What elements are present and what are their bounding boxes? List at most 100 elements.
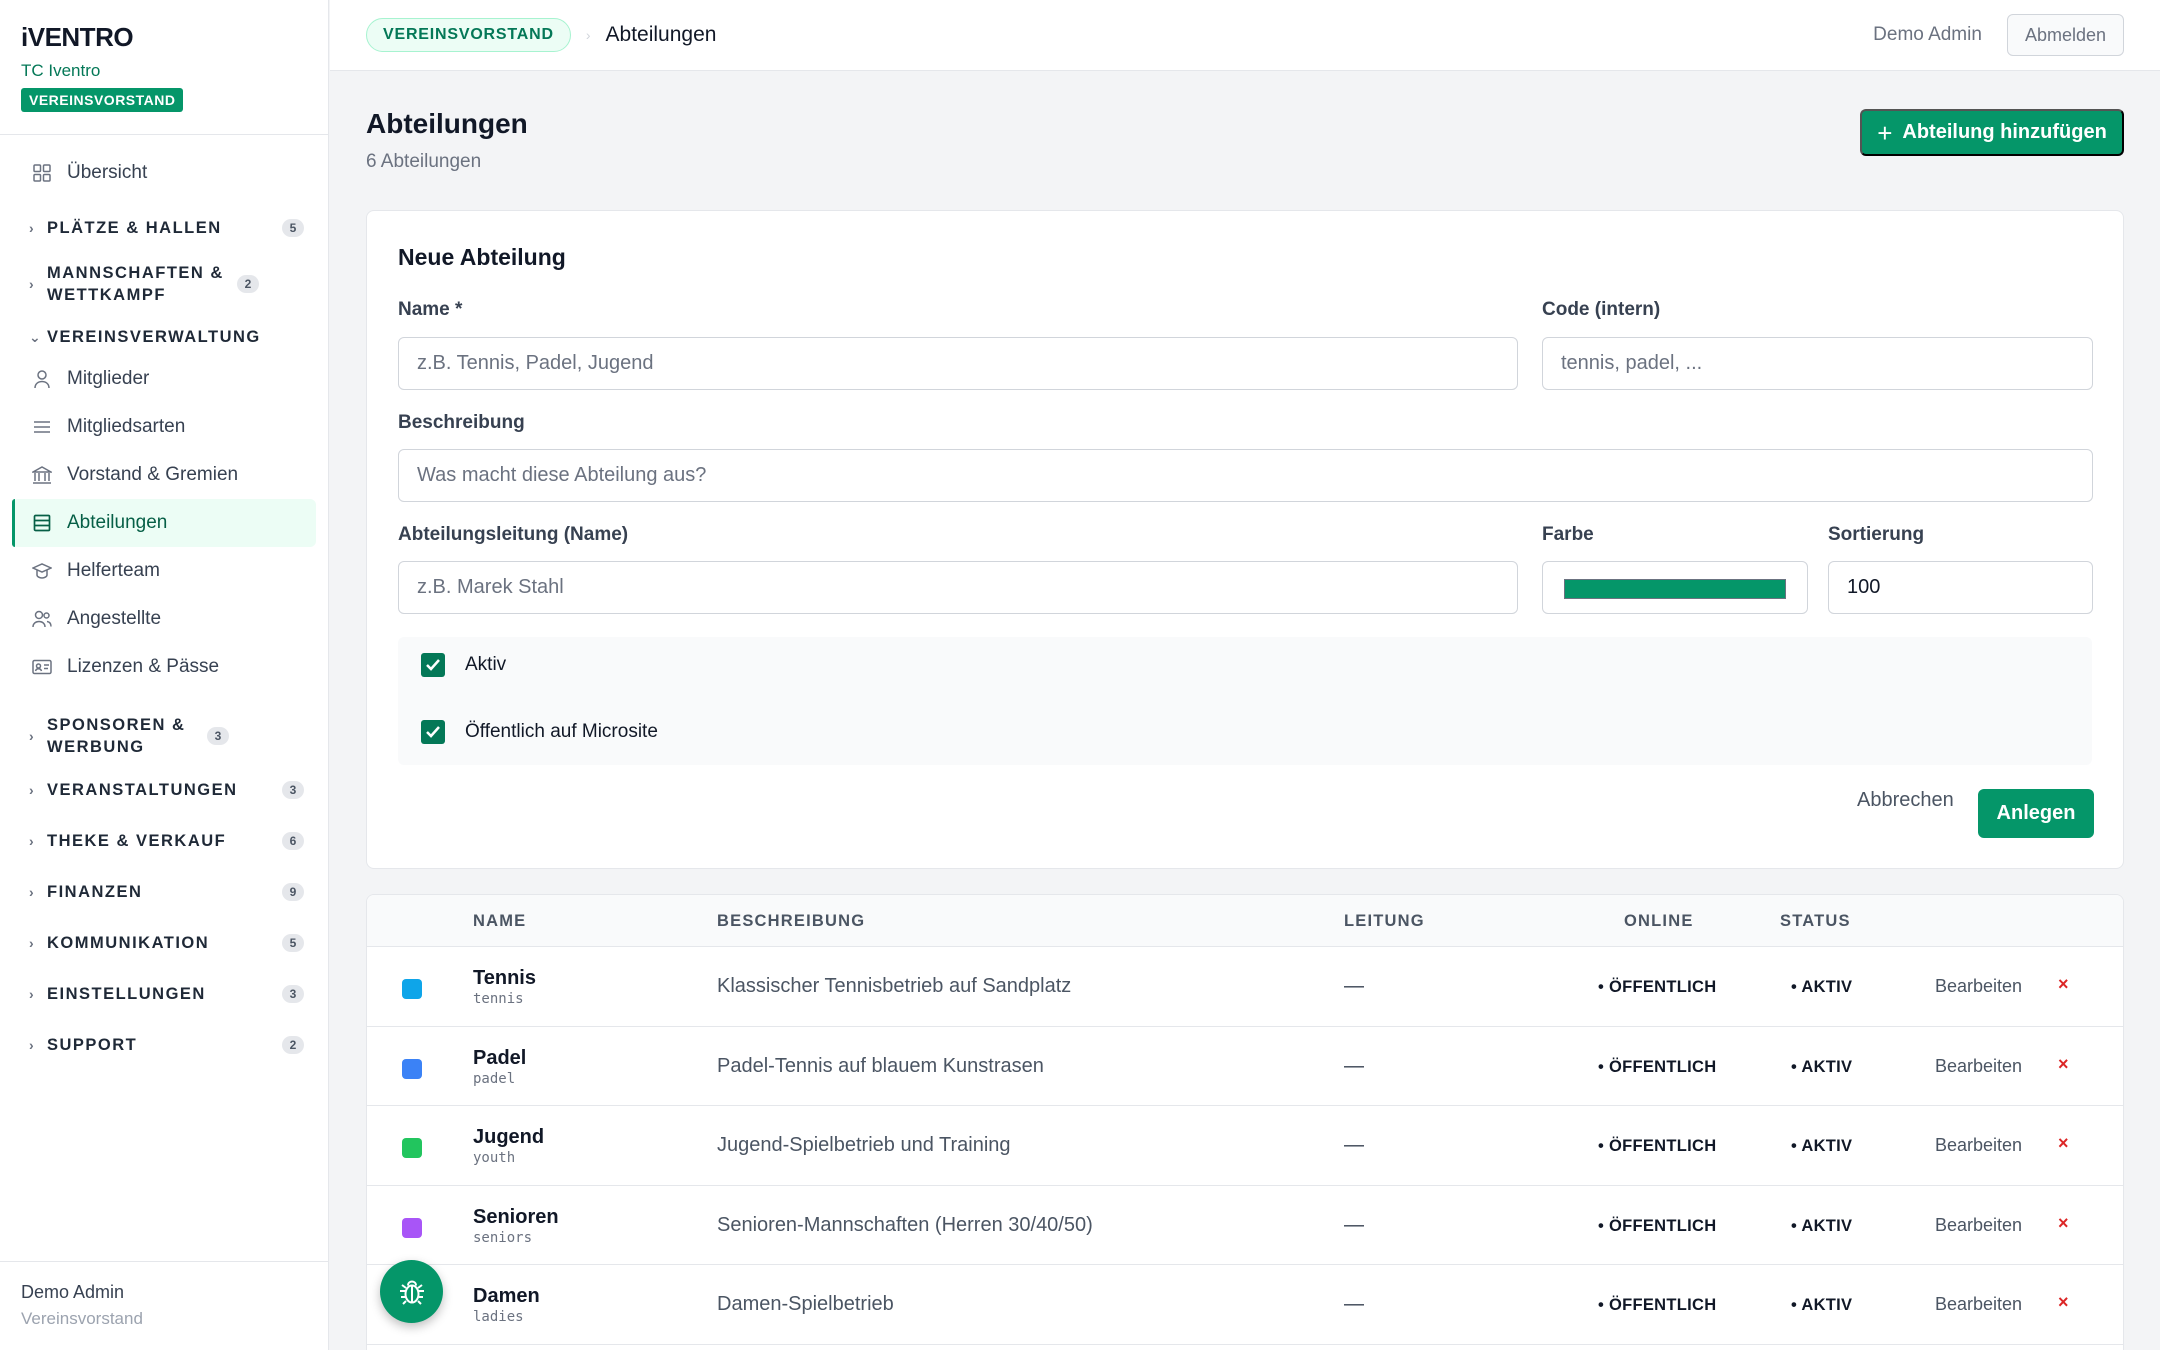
table-row[interactable]: Senioren seniors Senioren-Mannschaften (He…	[367, 1186, 2123, 1265]
logout-button[interactable]: Abmelden	[2006, 14, 2124, 56]
table-row[interactable]: Jugend youth Jugend-Spielbetrieb und Train…	[367, 1106, 2123, 1186]
lead-label: Abteilungsleitung (Name)	[398, 524, 629, 545]
edit-button[interactable]: Bearbeiten	[1935, 1135, 2022, 1156]
lead-input[interactable]	[398, 561, 1518, 614]
cancel-button[interactable]: Abbrechen	[1857, 776, 1954, 825]
department-code: youth	[473, 1150, 516, 1166]
sort-input[interactable]	[1828, 561, 2093, 614]
edit-button[interactable]: Bearbeiten	[1935, 1056, 2022, 1077]
public-checkbox[interactable]	[421, 720, 445, 744]
table-row[interactable]: Padel padel Padel-Tennis auf blauem Kunstr…	[367, 1027, 2123, 1106]
column-header-description[interactable]: BESCHREIBUNG	[717, 895, 865, 947]
user-icon	[31, 368, 53, 390]
topbar-user-name: Demo Admin	[1873, 24, 1982, 45]
nav-group-count: 2	[282, 1036, 304, 1054]
departments-table: NAME BESCHREIBUNG LEITUNG ONLINE STATUS …	[366, 894, 2124, 1350]
nav-group-kommunikation[interactable]: › KOMMUNIKATION 5	[12, 928, 316, 958]
breadcrumb-role-badge[interactable]: VEREINSVORSTAND	[366, 18, 571, 52]
column-header-name[interactable]: NAME	[473, 895, 526, 947]
active-option[interactable]: Aktiv	[421, 653, 506, 677]
public-label: Öffentlich auf Microsite	[465, 721, 658, 742]
delete-button[interactable]: ×	[2058, 1213, 2069, 1234]
nav-group-vereinsverwaltung[interactable]: ⌄ VEREINSVERWALTUNG	[12, 322, 316, 352]
sidebar-item-overview[interactable]: Übersicht	[12, 149, 316, 197]
nav-group-count: 6	[282, 832, 304, 850]
sidebar-item-abteilungen[interactable]: Abteilungen	[12, 499, 316, 547]
id-card-icon	[31, 656, 53, 678]
sidebar-item-label: Lizenzen & Pässe	[67, 656, 220, 677]
department-name: Damen	[473, 1285, 540, 1307]
delete-button[interactable]: ×	[2058, 1133, 2069, 1154]
code-input[interactable]	[1542, 337, 2093, 390]
nav-group-einstellungen[interactable]: › EINSTELLUNGEN 3	[12, 979, 316, 1009]
online-status-badge: • ÖFFENTLICH	[1598, 978, 1717, 996]
column-header-lead[interactable]: LEITUNG	[1344, 895, 1425, 947]
nav-group-theke[interactable]: › THEKE & VERKAUF 6	[12, 826, 316, 856]
department-description: Jugend-Spielbetrieb und Training	[717, 1134, 1011, 1156]
sidebar-item-mitgliedsarten[interactable]: Mitgliedsarten	[12, 403, 316, 451]
brand-header: iVENTRO TC Iventro VEREINSVORSTAND	[0, 0, 328, 135]
sidebar-user-role: Vereinsvorstand	[21, 1309, 143, 1328]
table-row[interactable]: Damen ladies Damen-Spielbetrieb — • ÖFFENTLI…	[367, 1265, 2123, 1345]
description-label: Beschreibung	[398, 412, 525, 433]
column-header-online[interactable]: ONLINE	[1624, 895, 1694, 947]
page-subtitle: 6 Abteilungen	[366, 151, 482, 172]
checkmark-icon	[426, 726, 440, 738]
delete-button[interactable]: ×	[2058, 1054, 2069, 1075]
edit-button[interactable]: Bearbeiten	[1935, 1294, 2022, 1315]
edit-button[interactable]: Bearbeiten	[1935, 976, 2022, 997]
name-input[interactable]	[398, 337, 1518, 390]
department-description: Senioren-Mannschaften (Herren 30/40/50)	[717, 1213, 1093, 1236]
chevron-right-icon: ›	[29, 935, 36, 951]
topbar: VEREINSVORSTAND › Abteilungen Demo Admin…	[330, 0, 2160, 71]
sidebar-item-angestellte[interactable]: Angestellte	[12, 595, 316, 643]
nav-group-count: 5	[282, 934, 304, 952]
name-label: Name *	[398, 299, 463, 320]
nav-group-support[interactable]: › SUPPORT 2	[12, 1030, 316, 1060]
code-label: Code (intern)	[1542, 299, 1661, 320]
chevron-right-icon: ›	[29, 276, 36, 292]
sidebar-user: Demo Admin Vereinsvorstand	[0, 1261, 328, 1350]
color-picker[interactable]	[1542, 561, 1808, 614]
online-status-badge: • ÖFFENTLICH	[1598, 1057, 1717, 1076]
department-name: Padel	[473, 1046, 527, 1069]
edit-button[interactable]: Bearbeiten	[1935, 1215, 2022, 1236]
sidebar-nav: Übersicht › PLÄTZE & HALLEN 5 › MANNSCHA…	[0, 135, 328, 1060]
active-checkbox[interactable]	[421, 653, 445, 677]
description-input[interactable]	[398, 449, 2093, 502]
department-color-dot	[402, 1138, 422, 1158]
nav-group-label: SUPPORT	[47, 1036, 138, 1054]
sidebar-item-lizenzen[interactable]: Lizenzen & Pässe	[12, 643, 316, 691]
sidebar-item-vorstand[interactable]: Vorstand & Gremien	[12, 451, 316, 499]
column-header-status[interactable]: STATUS	[1780, 895, 1851, 947]
sort-label: Sortierung	[1828, 524, 1925, 545]
nav-group-label: FINANZEN	[47, 883, 143, 901]
sidebar-item-mitglieder[interactable]: Mitglieder	[12, 355, 316, 403]
nav-group-sponsoren[interactable]: › SPONSOREN & WERBUNG 3	[12, 712, 316, 760]
delete-button[interactable]: ×	[2058, 1292, 2069, 1313]
bug-icon	[399, 1279, 424, 1305]
sidebar: iVENTRO TC Iventro VEREINSVORSTAND Übers…	[0, 0, 329, 1350]
add-department-button[interactable]: + Abteilung hinzufügen	[1860, 109, 2124, 156]
public-option[interactable]: Öffentlich auf Microsite	[421, 720, 658, 744]
bug-report-button[interactable]	[380, 1260, 443, 1323]
create-button[interactable]: Anlegen	[1978, 789, 2094, 838]
checkmark-icon	[426, 659, 440, 671]
nav-group-finanzen[interactable]: › FINANZEN 9	[12, 877, 316, 907]
online-status-badge: • ÖFFENTLICH	[1598, 1296, 1717, 1314]
delete-button[interactable]: ×	[2058, 974, 2069, 995]
nav-group-veranstaltungen[interactable]: › VERANSTALTUNGEN 3	[12, 775, 316, 805]
department-lead: —	[1344, 1054, 1364, 1077]
sidebar-item-label: Abteilungen	[67, 512, 168, 533]
nav-group-plaetze[interactable]: › PLÄTZE & HALLEN 5	[12, 210, 316, 246]
department-lead: —	[1344, 1213, 1364, 1236]
sidebar-item-helferteam[interactable]: Helferteam	[12, 547, 316, 595]
nav-group-mannschaften[interactable]: › MANNSCHAFTEN & WETTKAMPF 2	[12, 260, 316, 308]
department-code: seniors	[473, 1229, 533, 1246]
app-logo[interactable]: iVENTRO	[21, 22, 307, 52]
chevron-down-icon: ⌄	[29, 329, 43, 345]
nav-group-count: 5	[282, 219, 304, 237]
table-row[interactable]: Tennis tennis Klassischer Tennisbetrieb au…	[367, 947, 2123, 1027]
department-color-dot	[402, 1217, 422, 1238]
chevron-right-icon: ›	[29, 782, 36, 798]
